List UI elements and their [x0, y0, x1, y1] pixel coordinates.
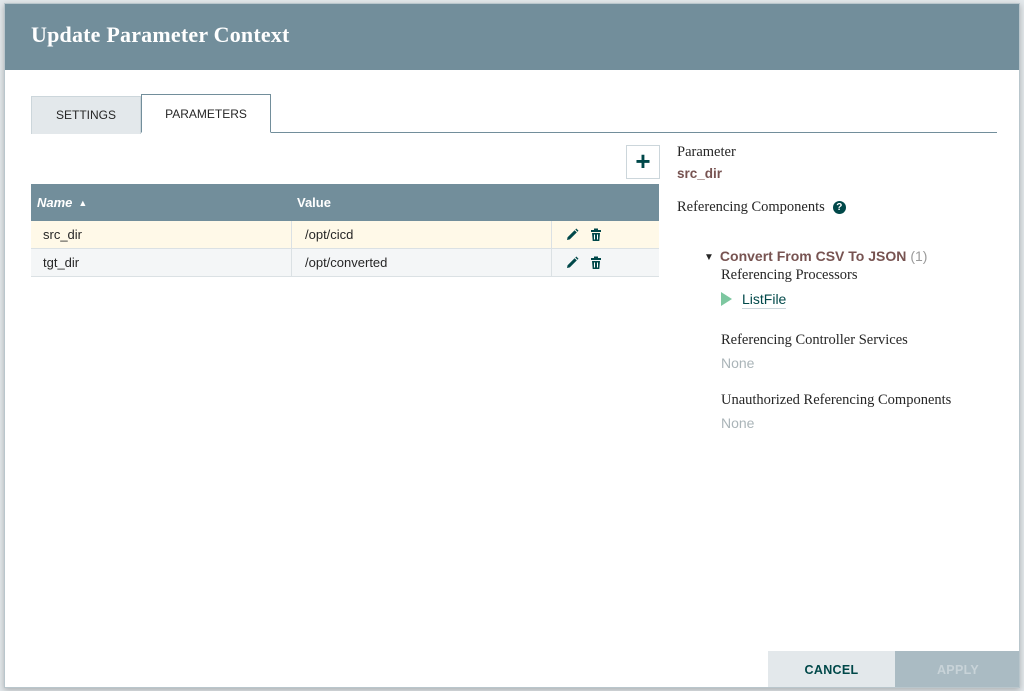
add-parameter-button[interactable]: +	[626, 145, 660, 179]
trash-icon[interactable]	[589, 256, 603, 270]
row-name: tgt_dir	[43, 255, 80, 270]
processor-link[interactable]: ListFile	[742, 291, 787, 309]
unauthorized-components-value: None	[721, 415, 755, 431]
tab-parameters[interactable]: PARAMETERS	[141, 94, 271, 133]
process-group-name: Convert From CSV To JSON	[719, 248, 907, 264]
referencing-components-label: Referencing Components	[677, 199, 825, 215]
sort-asc-icon: ▲	[78, 198, 88, 208]
table-row[interactable]: tgt_dir /opt/converted	[31, 249, 659, 277]
referencing-processors-label: Referencing Processors	[721, 267, 858, 283]
tab-bar: SETTINGS PARAMETERS	[31, 93, 997, 134]
trash-icon[interactable]	[589, 228, 603, 242]
row-name: src_dir	[43, 227, 83, 242]
row-value: /opt/cicd	[305, 227, 354, 242]
caret-down-icon: ▼	[704, 252, 714, 263]
referencing-components-heading: Referencing Components?	[677, 199, 846, 216]
plus-icon: +	[635, 146, 651, 176]
tab-settings[interactable]: SETTINGS	[31, 96, 141, 134]
dialog-title: Update Parameter Context	[31, 22, 290, 47]
apply-button[interactable]: APPLY	[895, 651, 1019, 687]
pencil-icon[interactable]	[565, 228, 579, 242]
column-header-value[interactable]: Value	[297, 195, 331, 210]
dialog-header: Update Parameter Context	[5, 4, 1019, 70]
pencil-icon[interactable]	[565, 256, 579, 270]
controller-services-value: None	[721, 355, 755, 371]
process-group-count: (1)	[910, 248, 928, 264]
play-icon	[721, 292, 732, 306]
processor-item: ListFile	[721, 291, 787, 309]
column-header-name[interactable]: Name ▲	[37, 195, 87, 210]
table-header: Name ▲ Value	[31, 184, 659, 221]
unauthorized-components-label: Unauthorized Referencing Components	[721, 392, 952, 408]
column-name-label: Name	[37, 195, 73, 210]
row-actions	[565, 256, 609, 270]
help-icon[interactable]: ?	[832, 201, 846, 214]
parameters-table: Name ▲ Value src_dir /opt/cicd tgt_dir /o…	[31, 184, 659, 277]
referencing-controller-services-label: Referencing Controller Services	[721, 332, 908, 348]
process-group-toggle[interactable]: ▼ Convert From CSV To JSON (1)	[704, 248, 927, 264]
parameter-name: src_dir	[677, 166, 723, 181]
row-actions	[565, 228, 609, 242]
cancel-button[interactable]: CANCEL	[768, 651, 895, 687]
table-row[interactable]: src_dir /opt/cicd	[31, 221, 659, 249]
parameter-label: Parameter	[677, 144, 736, 160]
row-value: /opt/converted	[305, 255, 388, 270]
update-parameter-context-dialog: Update Parameter Context SETTINGS PARAME…	[4, 3, 1020, 688]
